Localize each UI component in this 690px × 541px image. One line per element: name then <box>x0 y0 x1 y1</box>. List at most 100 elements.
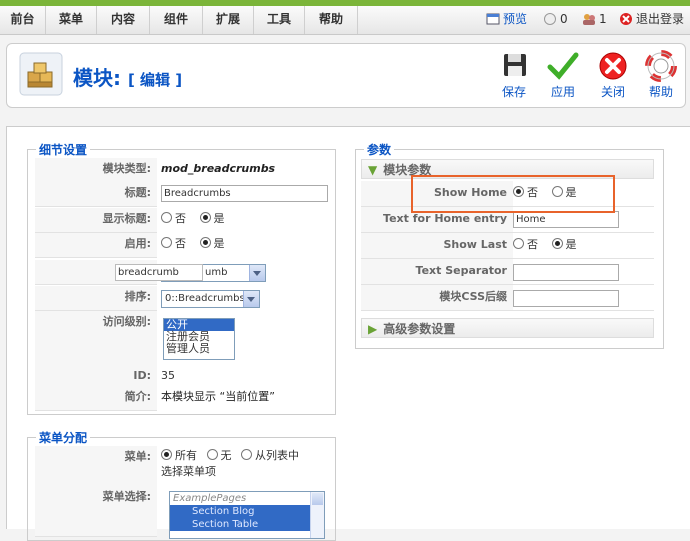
enabled-no[interactable]: 否 <box>161 237 186 250</box>
radio-icon <box>513 238 524 249</box>
toolbar: 模块: [ 编辑 ] 保存 应用 关闭 帮助 <box>6 43 686 108</box>
position-combo-input[interactable]: breadcrumb <box>115 264 203 281</box>
enabled-yes[interactable]: 是 <box>199 237 225 250</box>
desc-row: 简介: 本模块显示 “当前位置” <box>35 386 331 411</box>
home-text-input[interactable]: Home <box>513 211 619 228</box>
close-icon <box>599 52 627 80</box>
save-button[interactable]: 保存 <box>491 50 537 100</box>
radio-checked-icon <box>199 212 211 223</box>
menus-all[interactable]: 所有 <box>161 449 197 462</box>
content-area: 细节设置 模块类型: mod_breadcrumbs 标题: Breadcrum… <box>6 126 690 541</box>
separator-label: Text Separator <box>361 259 513 284</box>
menu-assignment-legend: 菜单分配 <box>39 431 88 445</box>
expand-right-icon: ▶ <box>368 322 378 336</box>
menu-menus[interactable]: 菜单 <box>46 6 97 34</box>
menu-list-scrollbar[interactable] <box>310 492 324 538</box>
show-title-row: 显示标题: 否 是 <box>35 208 331 233</box>
menu-content[interactable]: 内容 <box>97 6 150 34</box>
order-label: 排序: <box>35 286 157 311</box>
css-suffix-label: 模块CSS后缀 <box>361 285 513 310</box>
message-icon <box>543 12 557 26</box>
scroll-up-icon[interactable] <box>312 493 323 505</box>
users-icon <box>582 12 596 26</box>
menu-site[interactable]: 前台 <box>0 6 46 34</box>
menu-tools[interactable]: 工具 <box>254 6 305 34</box>
type-label: 模块类型: <box>35 158 157 183</box>
menu-selection-label: 菜单选择: <box>35 486 157 537</box>
advanced-params-header[interactable]: ▶ 高级参数设置 <box>361 318 654 338</box>
id-value: 35 <box>161 369 175 382</box>
radio-checked-icon <box>161 449 172 460</box>
chevron-down-icon[interactable] <box>249 265 265 281</box>
save-icon <box>504 54 526 76</box>
show-title-yes[interactable]: 是 <box>199 212 225 225</box>
expand-down-icon: ▼ <box>368 163 378 177</box>
show-last-label: Show Last <box>361 233 513 258</box>
help-button[interactable]: 帮助 <box>638 50 684 100</box>
menu-list-item[interactable]: Section Table <box>170 518 310 531</box>
menu-extensions[interactable]: 扩展 <box>203 6 254 34</box>
radio-checked-icon <box>551 238 563 249</box>
admin-menubar: 前台 菜单 内容 组件 扩展 工具 帮助 预览 0 1 退出登录 <box>0 6 690 35</box>
menu-selection-list[interactable]: ExamplePages Section Blog Section Table <box>169 491 325 539</box>
page-title: 模块: [ 编辑 ] <box>73 66 183 90</box>
css-suffix-row: 模块CSS后缀 <box>361 285 654 311</box>
show-title-no[interactable]: 否 <box>161 212 186 225</box>
type-value: mod_breadcrumbs <box>161 162 276 175</box>
radio-icon <box>161 237 172 248</box>
menu-list-item[interactable]: Section Blog <box>170 505 310 518</box>
show-last-row: Show Last 否 是 <box>361 233 654 259</box>
menu-components[interactable]: 组件 <box>150 6 203 34</box>
separator-input[interactable] <box>513 264 619 281</box>
menus-select-items-text: 选择菜单项 <box>161 465 216 478</box>
show-title-options: 否 是 <box>161 208 235 230</box>
show-last-no[interactable]: 否 <box>513 238 538 251</box>
apply-check-icon <box>547 52 579 80</box>
radio-icon <box>161 212 172 223</box>
close-button[interactable]: 关闭 <box>590 50 636 100</box>
page-subtitle: [ 编辑 ] <box>127 71 183 89</box>
desc-value: 本模块显示 “当前位置” <box>161 390 275 403</box>
radio-icon <box>241 449 252 460</box>
separator-row: Text Separator <box>361 259 654 285</box>
position-row: umb breadcrumb <box>35 260 331 285</box>
show-title-label: 显示标题: <box>35 208 157 233</box>
radio-checked-icon <box>199 237 211 248</box>
enabled-options: 否 是 <box>161 233 235 255</box>
logout-icon <box>619 12 633 26</box>
apply-button[interactable]: 应用 <box>540 50 586 100</box>
params-legend: 参数 <box>367 143 392 157</box>
title-label: 标题: <box>35 182 157 207</box>
title-row: 标题: Breadcrumbs <box>35 182 331 207</box>
menu-help[interactable]: 帮助 <box>305 6 358 34</box>
order-row: 排序: 0::Breadcrumbs <box>35 286 331 311</box>
radio-icon <box>206 449 218 460</box>
desc-label: 简介: <box>35 386 157 411</box>
menus-label: 菜单: <box>35 446 157 487</box>
menus-row: 菜单: 所有 无 从列表中 选择菜单项 <box>35 446 331 487</box>
preview-link[interactable]: 预览 <box>486 10 527 30</box>
users-online[interactable]: 1 <box>582 10 607 30</box>
logout-link[interactable]: 退出登录 <box>619 10 684 30</box>
module-icon <box>19 52 63 96</box>
show-last-yes[interactable]: 是 <box>551 238 577 251</box>
menus-none[interactable]: 无 <box>206 449 232 462</box>
access-level-list[interactable]: 公开 注册会员 管理人员 <box>163 318 235 360</box>
enabled-row: 启用: 否 是 <box>35 233 331 258</box>
messages-count[interactable]: 0 <box>543 10 568 30</box>
css-suffix-input[interactable] <box>513 290 619 307</box>
menus-options: 所有 无 从列表中 选择菜单项 <box>161 448 331 480</box>
menu-list-item[interactable]: ExamplePages <box>170 492 324 505</box>
preview-icon <box>486 12 500 26</box>
title-input[interactable]: Breadcrumbs <box>161 185 328 202</box>
show-last-options: 否 是 <box>513 233 587 257</box>
enabled-label: 启用: <box>35 233 157 258</box>
type-row: 模块类型: mod_breadcrumbs <box>35 158 331 183</box>
menus-from-list[interactable]: 从列表中 <box>241 449 299 462</box>
details-legend: 细节设置 <box>39 143 88 157</box>
order-select[interactable]: 0::Breadcrumbs <box>161 290 260 308</box>
highlight-box <box>411 175 615 213</box>
access-option[interactable]: 管理人员 <box>164 343 234 355</box>
help-lifebuoy-icon <box>645 50 677 82</box>
chevron-down-icon[interactable] <box>243 291 259 307</box>
